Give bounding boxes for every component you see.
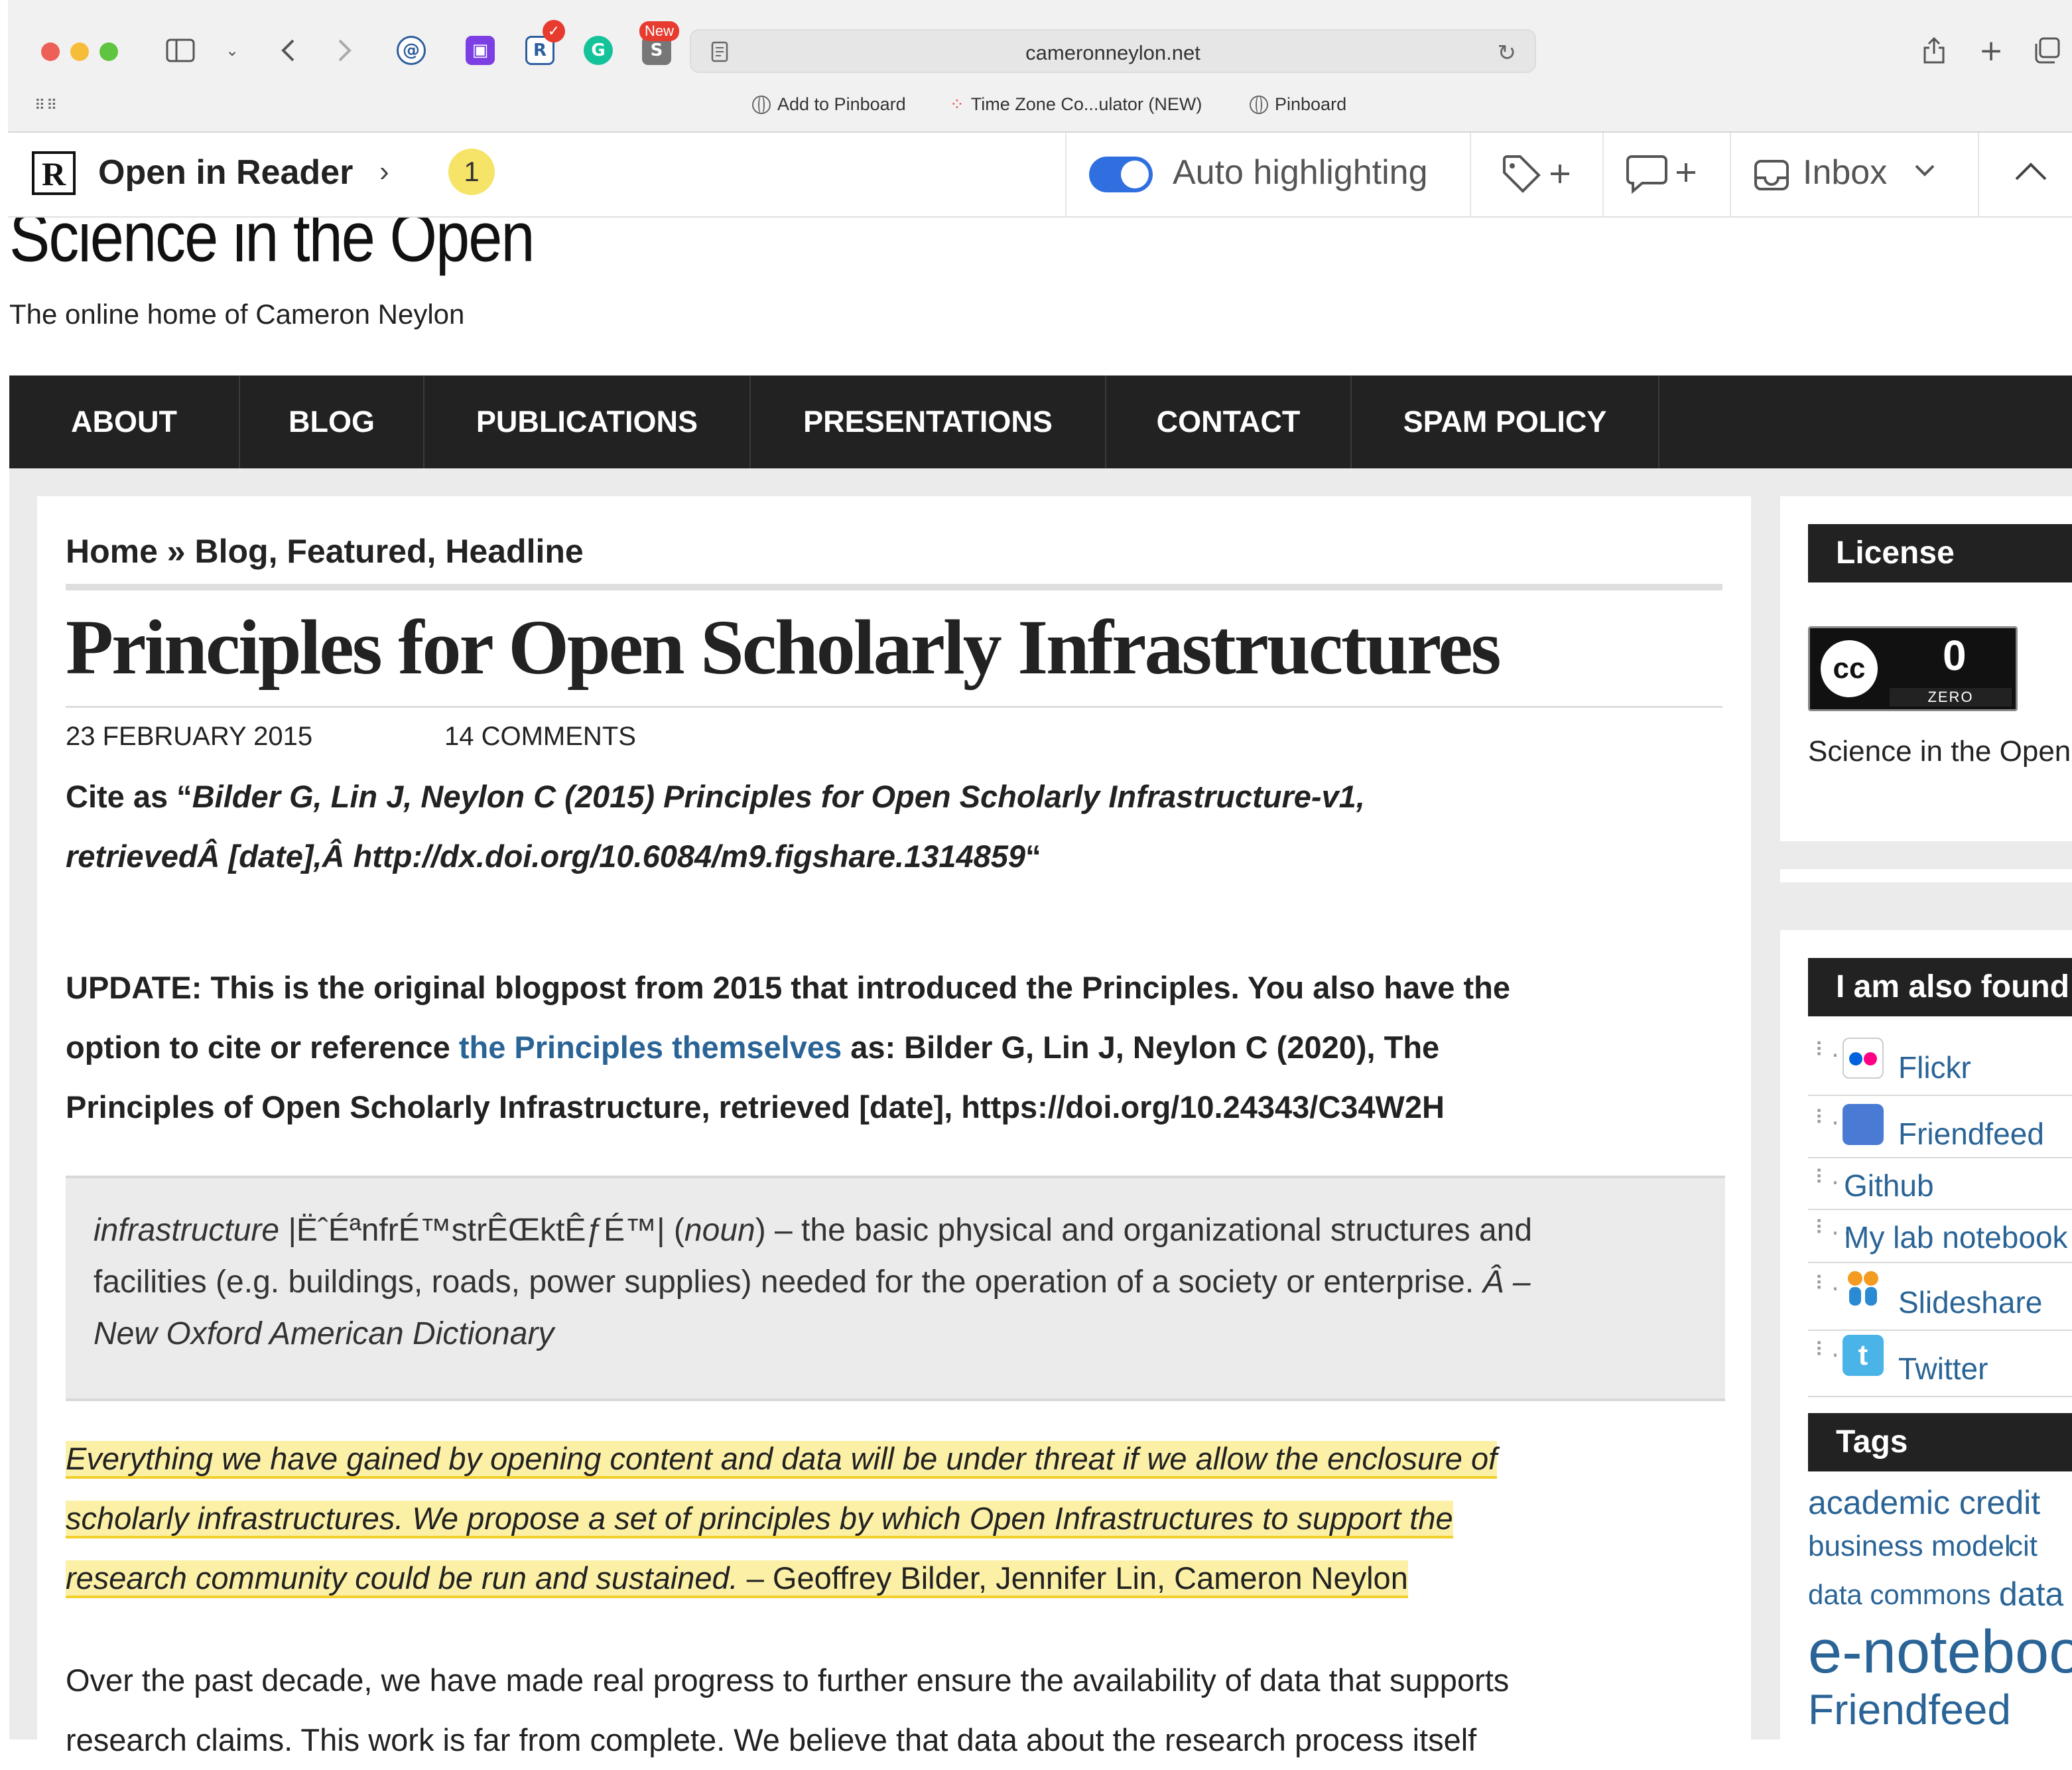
tab-overview-icon[interactable] <box>2031 34 2063 66</box>
auto-highlighting-toggle[interactable] <box>1089 157 1153 192</box>
grammarly-icon[interactable]: G <box>584 36 613 65</box>
empty-widget <box>1780 869 2072 882</box>
reader-logo-icon: R <box>32 151 76 195</box>
divider <box>66 584 1722 590</box>
dictionary-blockquote: infrastructure |ËˆÉªnfrÉ™strÊŒktÊƒÉ™| (n… <box>66 1176 1725 1401</box>
found-link-lab-notebook[interactable]: My lab notebook <box>1844 1219 2068 1255</box>
nav-presentations[interactable]: PRESENTATIONS <box>751 375 1106 468</box>
highlight-count-badge[interactable]: 1 <box>448 149 495 195</box>
collapse-toolbar-icon[interactable] <box>2014 162 2048 185</box>
bookmark-add-to-pinboard[interactable]: Add to Pinboard <box>752 94 906 115</box>
tags-heading: Tags <box>1808 1413 2072 1471</box>
chevron-right-icon[interactable]: › <box>379 155 389 188</box>
found-link-twitter[interactable]: Twitter <box>1898 1351 1988 1387</box>
nav-blog[interactable]: BLOG <box>240 375 424 468</box>
browser-toolbar: ⌄ @ ▣ R ✓ G S New cameronneylon.net ↻ + … <box>8 0 2072 133</box>
nav-spam-policy[interactable]: SPAM POLICY <box>1352 375 1659 468</box>
reload-icon[interactable]: ↻ <box>1498 40 1517 66</box>
url-text: cameronneylon.net <box>1025 41 1200 64</box>
found-link-flickr[interactable]: Flickr <box>1898 1050 1971 1085</box>
license-text: Science in the Open <box>1808 735 2071 768</box>
bookmark-pinboard[interactable]: Pinboard <box>1250 94 1346 115</box>
share-icon[interactable] <box>1918 34 1950 66</box>
auto-highlighting-label: Auto highlighting <box>1173 153 1428 192</box>
found-link-github[interactable]: Github <box>1844 1168 1934 1203</box>
minimize-window-button[interactable] <box>70 42 89 61</box>
found-heading: I am also found <box>1808 958 2072 1016</box>
nav-about[interactable]: ABOUT <box>9 375 240 468</box>
twitter-icon: t <box>1843 1335 1884 1376</box>
inbox-dropdown[interactable]: Inbox <box>1803 153 1887 192</box>
principles-link[interactable]: the Principles themselves <box>459 1030 842 1065</box>
bookmark-time-zone[interactable]: ⁘ Time Zone Co...ulator (NEW) <box>950 94 1202 115</box>
password-extension-icon[interactable]: @ <box>397 36 426 65</box>
license-heading: License <box>1808 524 2072 582</box>
slideshare-icon <box>1843 1267 1884 1308</box>
tag-friendfeed[interactable]: Friendfeed <box>1808 1685 2011 1734</box>
found-widget: I am also found ⠇.. Flickr ⠇.. Friendfee… <box>1780 930 2072 1739</box>
site-tagline: The online home of Cameron Neylon <box>9 299 465 330</box>
comments-link[interactable]: 14 COMMENTS <box>444 722 636 752</box>
sidebar: License cc 0 ZERO Science in the Open I … <box>1780 496 2072 1739</box>
post-date: 23 FEBRUARY 2015 <box>66 722 313 751</box>
found-link-friendfeed[interactable]: Friendfeed <box>1898 1116 2044 1152</box>
post-title: Principles for Open Scholarly Infrastruc… <box>66 604 1502 691</box>
sidebar-toggle-icon[interactable] <box>164 34 196 66</box>
flickr-icon <box>1843 1038 1884 1079</box>
divider <box>66 706 1722 708</box>
nav-contact[interactable]: CONTACT <box>1106 375 1352 468</box>
nav-publications[interactable]: PUBLICATIONS <box>424 375 751 468</box>
license-widget: License cc 0 ZERO Science in the Open <box>1780 496 2072 841</box>
reader-toolbar: R Open in Reader › 1 Auto highlighting I… <box>8 133 2072 218</box>
add-note-icon[interactable] <box>1626 153 1699 200</box>
globe-icon <box>752 95 771 114</box>
main-nav: ABOUT BLOG PUBLICATIONS PRESENTATIONS CO… <box>9 375 2072 468</box>
chevron-down-icon[interactable]: ⌄ <box>216 34 248 66</box>
body-paragraph: Over the past decade, we have made real … <box>66 1663 1510 1757</box>
open-in-reader-button[interactable]: Open in Reader <box>98 153 353 192</box>
add-tag-icon[interactable] <box>1500 153 1573 200</box>
friendfeed-icon <box>1843 1104 1884 1145</box>
post-content: Home » Blog, Featured, Headline Principl… <box>37 496 1751 1757</box>
new-tab-icon[interactable]: + <box>1975 34 2007 68</box>
highlighted-quote[interactable]: Everything we have gained by opening con… <box>66 1429 1724 1608</box>
zoom-window-button[interactable] <box>99 42 118 61</box>
tag-business-model[interactable]: business model <box>1808 1530 2011 1563</box>
apps-grid-icon[interactable]: ⠿⠿ <box>34 97 58 114</box>
globe-icon <box>1250 95 1268 114</box>
check-badge-icon: ✓ <box>543 20 565 42</box>
back-icon[interactable] <box>272 34 304 66</box>
tag-cit[interactable]: cit <box>2008 1530 2038 1563</box>
update-paragraph: UPDATE: This is the original blogpost fr… <box>66 970 1510 1124</box>
forward-icon[interactable] <box>329 34 361 66</box>
inbox-icon <box>1754 159 1789 194</box>
address-bar[interactable]: cameronneylon.net ↻ <box>690 29 1536 73</box>
breadcrumb[interactable]: Home » Blog, Featured, Headline <box>66 532 584 571</box>
tag-academic-credit[interactable]: academic credit <box>1808 1483 2040 1522</box>
found-link-slideshare[interactable]: Slideshare <box>1898 1284 2042 1320</box>
cite-paragraph: Cite as “Bilder G, Lin J, Neylon C (2015… <box>66 779 1365 874</box>
cc-icon: cc <box>1817 636 1882 701</box>
tag-data[interactable]: data <box>1999 1575 2063 1613</box>
colorful-dots-icon: ⁘ <box>950 94 964 114</box>
cc-zero-label: ZERO <box>1890 688 2012 707</box>
cc-zero-mark: 0 <box>1943 632 1967 679</box>
tag-data-commons[interactable]: data commons <box>1808 1579 1990 1611</box>
tag-e-notebook[interactable]: e-notebook <box>1808 1617 2072 1687</box>
new-badge: New <box>639 21 680 41</box>
extension-icon[interactable]: ▣ <box>466 36 495 65</box>
close-window-button[interactable] <box>41 42 60 61</box>
chevron-down-icon[interactable] <box>1914 163 1935 181</box>
cc-zero-badge[interactable]: cc 0 ZERO <box>1808 626 2018 711</box>
